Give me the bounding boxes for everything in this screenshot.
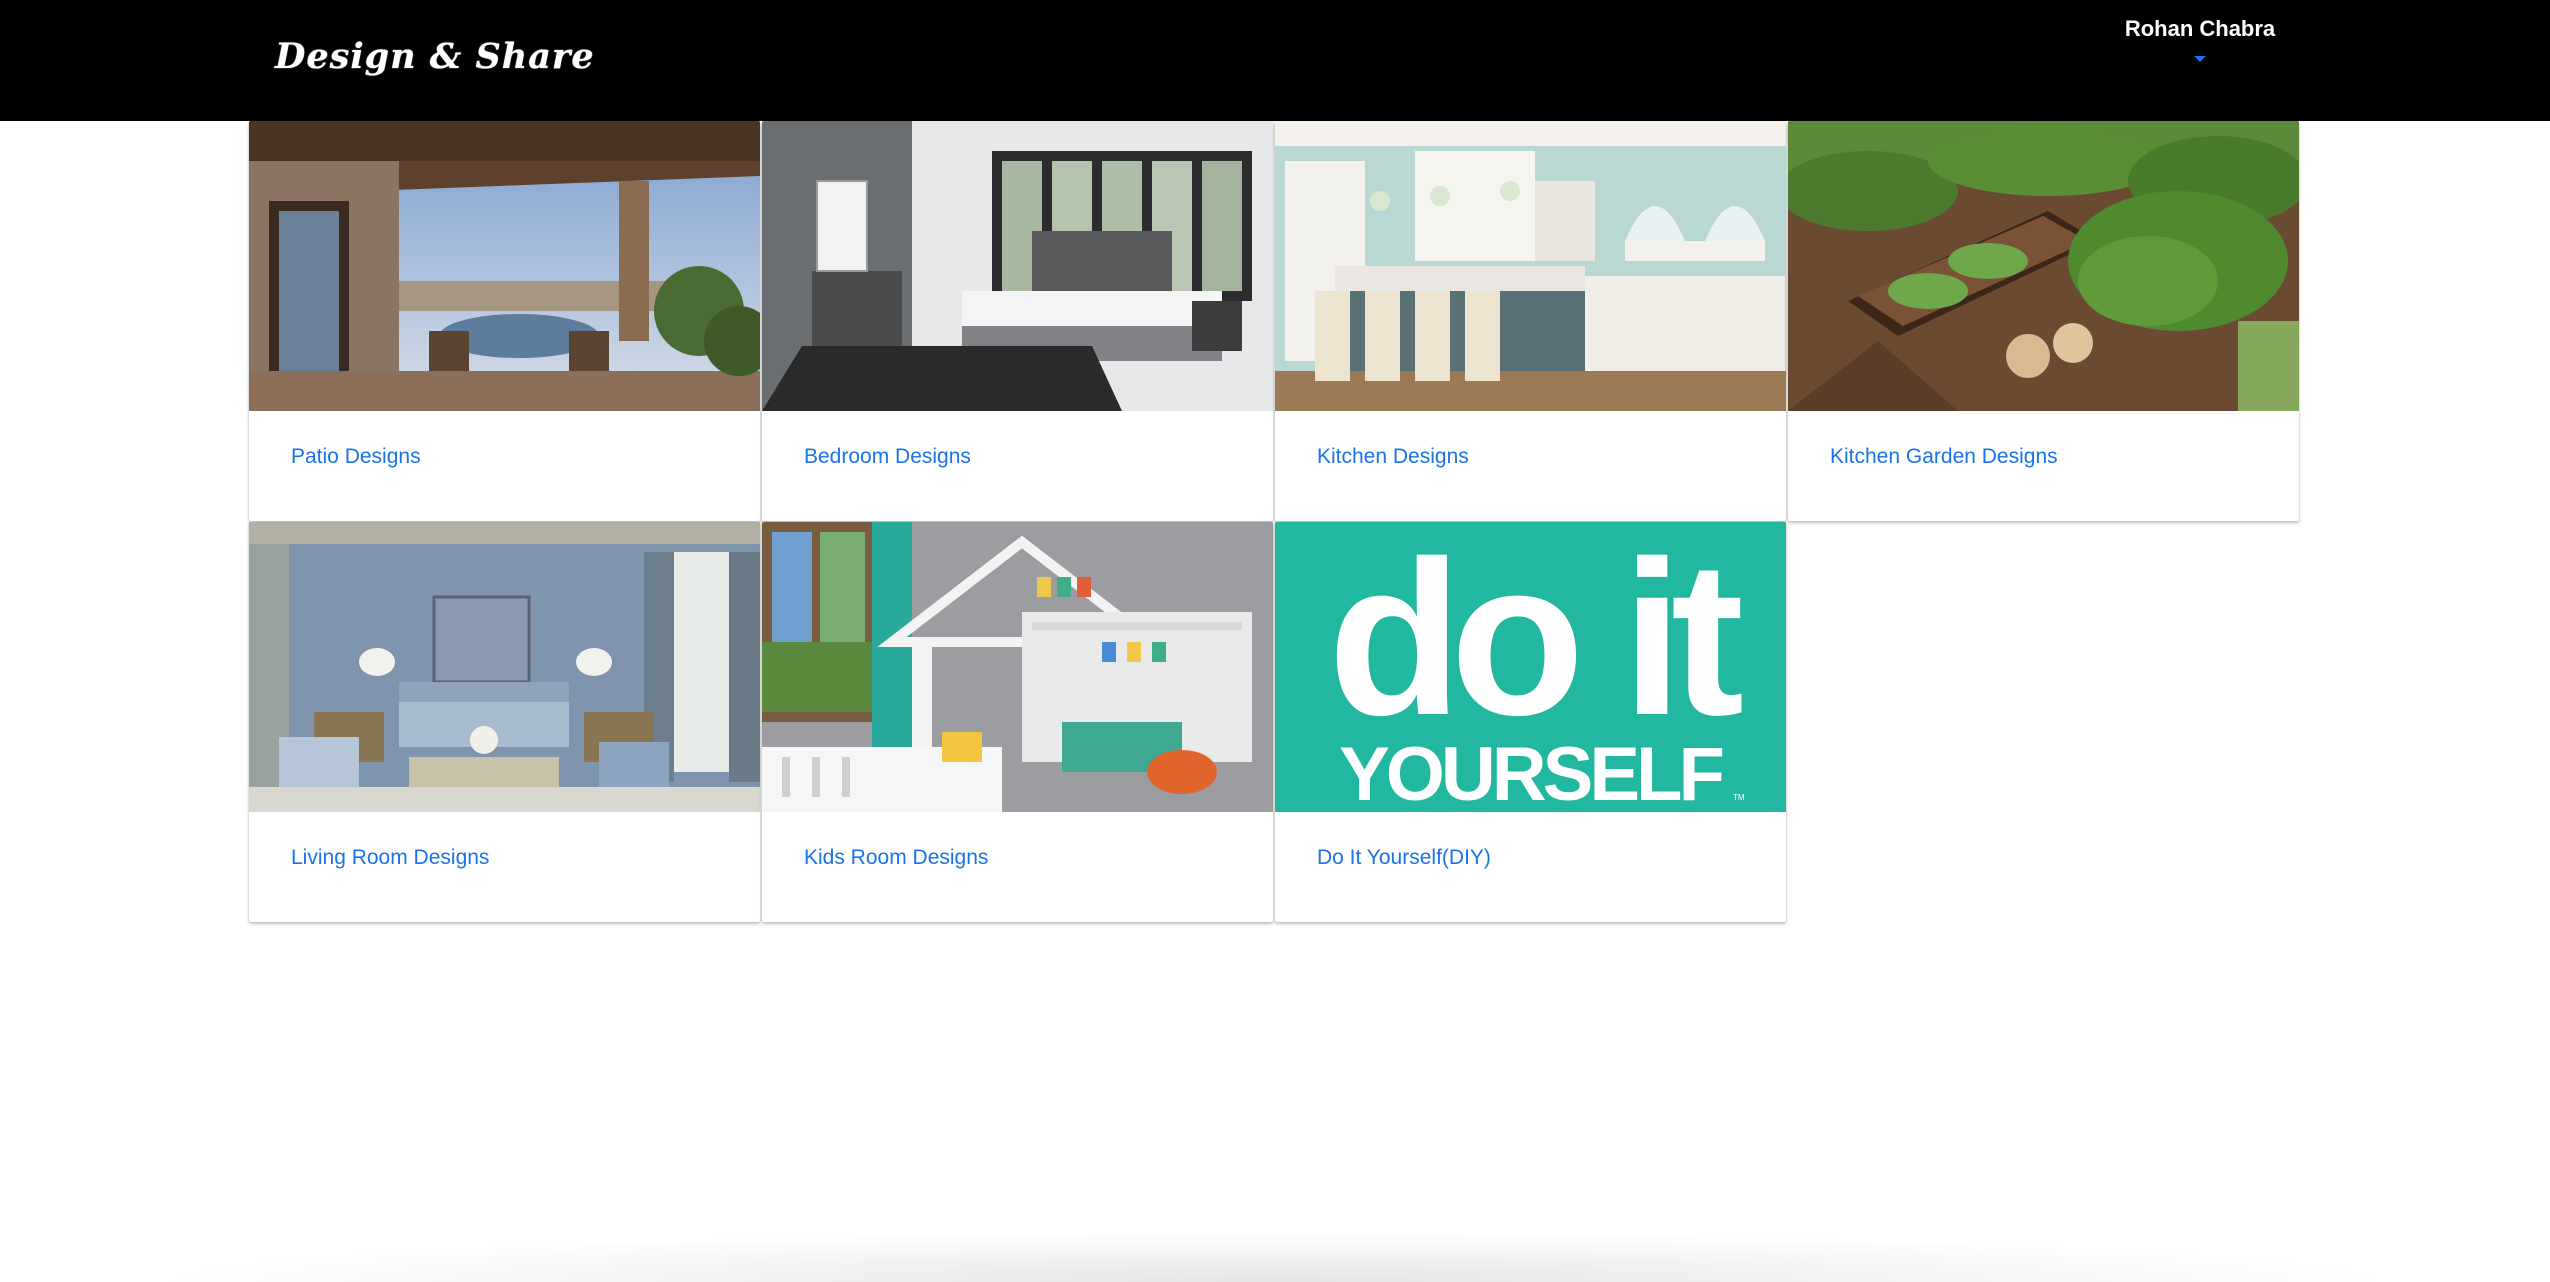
card-label[interactable]: Do It Yourself(DIY) — [1317, 844, 1491, 872]
bedroom-image — [762, 121, 1273, 411]
patio-image — [249, 121, 760, 411]
card-patio[interactable]: Patio Designs — [249, 121, 760, 521]
card-diy[interactable]: do it YOURSELF TM Do It Yourself(DIY) — [1275, 522, 1786, 922]
caret-down-icon[interactable] — [2194, 56, 2206, 62]
card-kitchen[interactable]: Kitchen Designs — [1275, 121, 1786, 521]
top-navbar: Design & Share Rohan Chabra — [0, 0, 2550, 121]
card-kitchen-garden[interactable]: Kitchen Garden Designs — [1788, 121, 2299, 521]
living-room-image — [249, 522, 760, 812]
diy-text-line1: do it — [1328, 522, 1742, 761]
card-living-room[interactable]: Living Room Designs — [249, 522, 760, 922]
brand-logo[interactable]: Design & Share — [275, 36, 595, 77]
card-label[interactable]: Bedroom Designs — [804, 443, 971, 471]
card-kids-room[interactable]: Kids Room Designs — [762, 522, 1273, 922]
diy-text-line2: YOURSELF — [1339, 732, 1722, 812]
card-label[interactable]: Living Room Designs — [291, 844, 489, 872]
card-label[interactable]: Patio Designs — [291, 443, 421, 471]
diy-image: do it YOURSELF TM — [1275, 522, 1786, 812]
card-label[interactable]: Kids Room Designs — [804, 844, 988, 872]
card-label[interactable]: Kitchen Garden Designs — [1830, 443, 2058, 471]
footer-shadow — [140, 1230, 2410, 1282]
card-label[interactable]: Kitchen Designs — [1317, 443, 1469, 471]
user-name[interactable]: Rohan Chabra — [2110, 14, 2290, 44]
kids-room-image — [762, 522, 1273, 812]
kitchen-image — [1275, 121, 1786, 411]
kitchen-garden-image — [1788, 121, 2299, 411]
user-menu[interactable]: Rohan Chabra — [2110, 14, 2290, 62]
card-bedroom[interactable]: Bedroom Designs — [762, 121, 1273, 521]
diy-text-tm: TM — [1733, 793, 1745, 802]
